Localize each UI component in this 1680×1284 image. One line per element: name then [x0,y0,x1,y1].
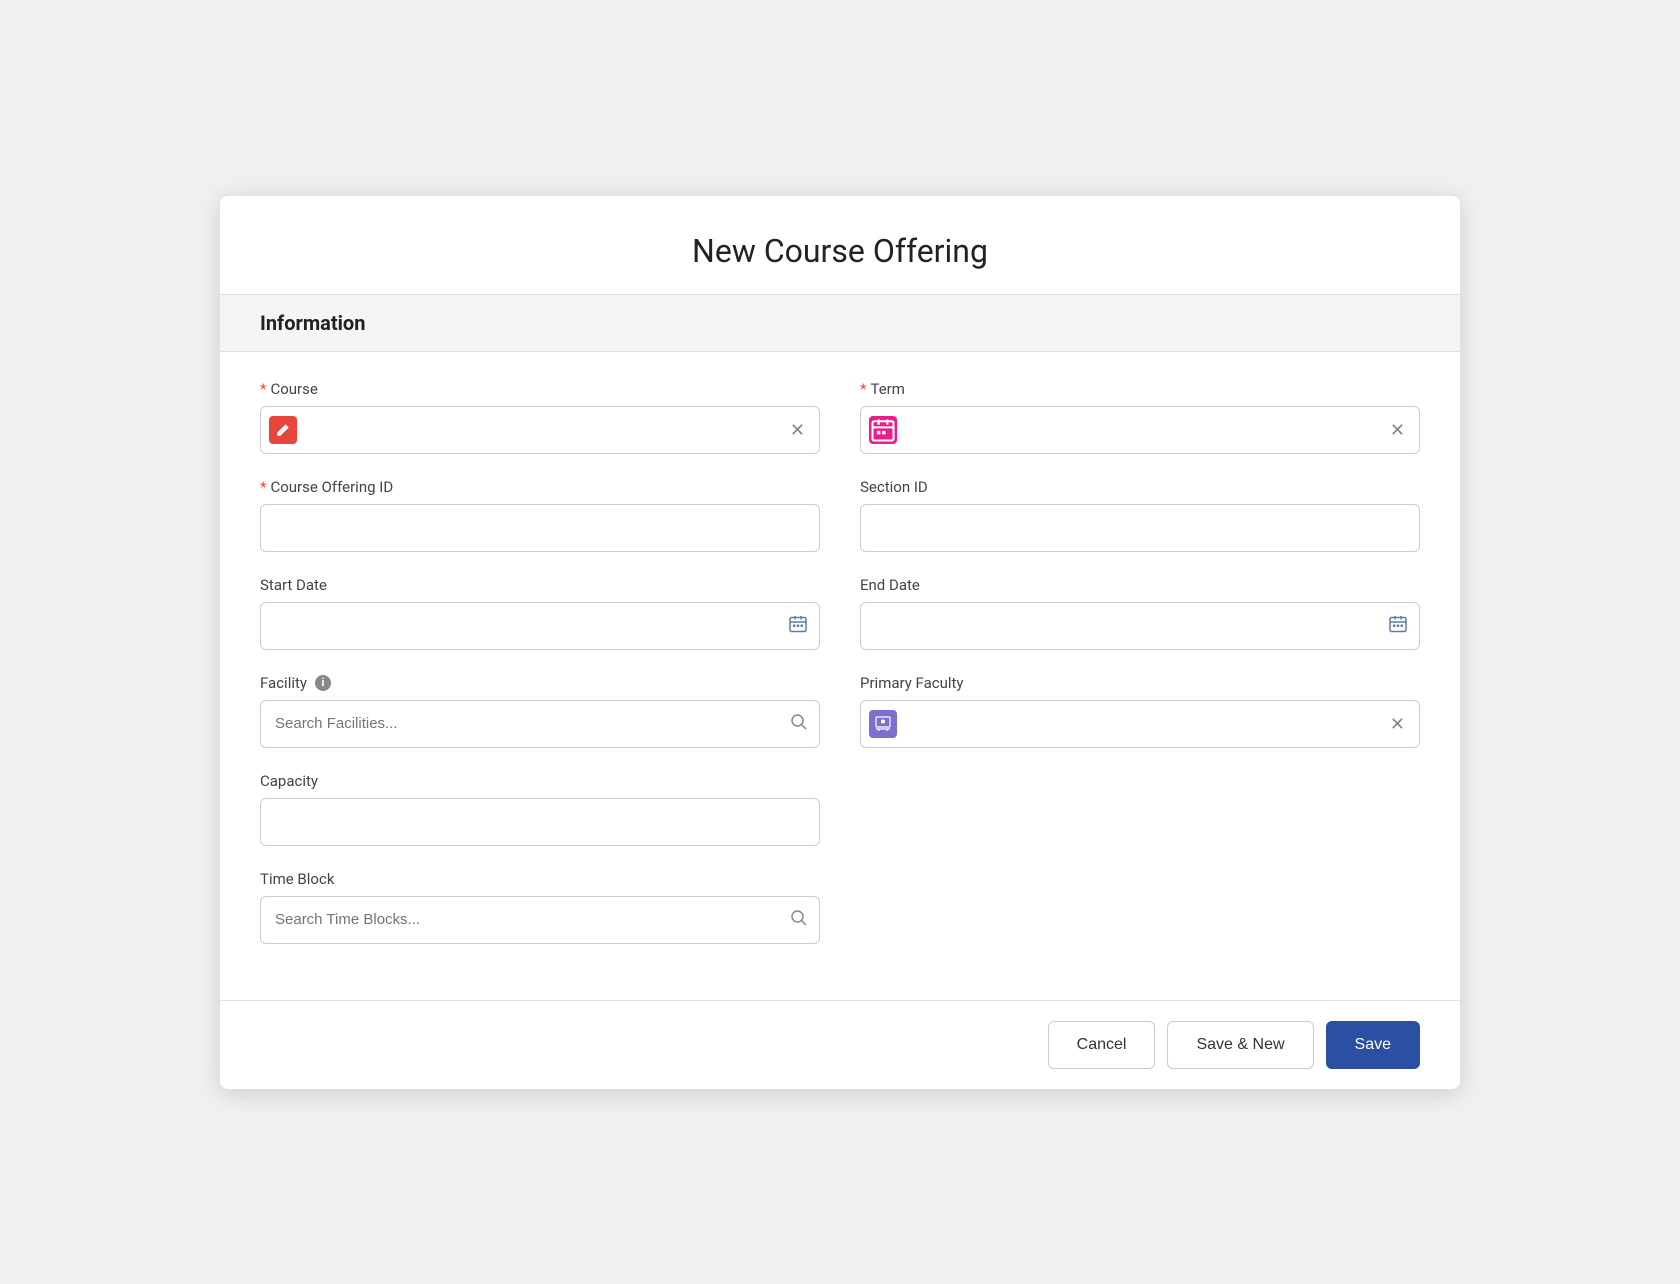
end-date-label-text: End Date [860,576,920,594]
section-id-label-text: Section ID [860,478,928,496]
modal-footer: Cancel Save & New Save [220,1000,1460,1089]
course-label: * Course [260,380,820,398]
term-clear-button[interactable]: ✕ [1388,419,1407,441]
facility-label: Facility i [260,674,820,692]
time-block-field-group: Time Block [260,870,820,944]
term-label-text: Term [870,380,904,398]
term-label: * Term [860,380,1420,398]
start-date-input[interactable]: 8/24/2020 [260,602,820,650]
primary-faculty-input[interactable]: Katrina Watson [905,715,1380,732]
facility-info-icon: i [315,675,331,691]
page-title: New Course Offering [260,232,1420,270]
facility-input-wrapper [260,700,820,748]
course-offering-id-label: * Course Offering ID [260,478,820,496]
new-course-offering-modal: New Course Offering Information * Course [220,196,1460,1089]
time-block-label-text: Time Block [260,870,334,888]
section-id-label: Section ID [860,478,1420,496]
form-row-time-block: Time Block [260,870,1420,944]
section-header: Information [220,294,1460,352]
term-required-star: * [860,380,866,398]
time-block-label: Time Block [260,870,820,888]
term-field-group: * Term Fall 2020 [860,380,1420,454]
course-field-group: * Course Anatomy ✕ [260,380,820,454]
facility-label-text: Facility [260,674,307,692]
course-input[interactable]: Anatomy [305,421,780,438]
course-offering-id-input[interactable]: SCI 211 - FALL 2020 [260,504,820,552]
end-date-field-group: End Date 12/18/2020 [860,576,1420,650]
primary-faculty-input-wrapper[interactable]: Katrina Watson ✕ [860,700,1420,748]
term-input[interactable]: Fall 2020 [905,421,1380,438]
save-new-button[interactable]: Save & New [1167,1021,1313,1069]
time-block-search-input[interactable] [260,896,820,944]
save-button[interactable]: Save [1326,1021,1420,1069]
form-row-capacity: Capacity [260,772,1420,846]
course-clear-button[interactable]: ✕ [788,419,807,441]
start-date-wrapper: 8/24/2020 [260,602,820,650]
form-row-offering-section: * Course Offering ID SCI 211 - FALL 2020… [260,478,1420,552]
course-offering-id-label-text: Course Offering ID [270,478,393,496]
course-label-text: Course [270,380,317,398]
start-date-label-text: Start Date [260,576,327,594]
form-row-facility-faculty: Facility i Primary Faculty [260,674,1420,748]
course-required-star: * [260,380,266,398]
time-block-wrapper [260,896,820,944]
course-icon [269,416,297,444]
primary-faculty-label: Primary Faculty [860,674,1420,692]
form-row-dates: Start Date 8/24/2020 [260,576,1420,650]
end-date-label: End Date [860,576,1420,594]
section-title: Information [260,311,365,335]
offering-id-required-star: * [260,478,266,496]
term-icon [869,416,897,444]
start-date-label: Start Date [260,576,820,594]
modal-header: New Course Offering [220,196,1460,294]
section-id-field-group: Section ID [860,478,1420,552]
start-date-field-group: Start Date 8/24/2020 [260,576,820,650]
end-date-wrapper: 12/18/2020 [860,602,1420,650]
time-block-spacer [860,870,1420,944]
primary-faculty-field-group: Primary Faculty Katrina Watson ✕ [860,674,1420,748]
form-row-course-term: * Course Anatomy ✕ * Term [260,380,1420,454]
course-offering-id-field-group: * Course Offering ID SCI 211 - FALL 2020 [260,478,820,552]
section-id-input[interactable] [860,504,1420,552]
faculty-icon [869,710,897,738]
form-body: * Course Anatomy ✕ * Term [220,352,1460,1000]
primary-faculty-label-text: Primary Faculty [860,674,964,692]
capacity-label-text: Capacity [260,772,318,790]
course-input-wrapper[interactable]: Anatomy ✕ [260,406,820,454]
term-input-wrapper[interactable]: Fall 2020 ✕ [860,406,1420,454]
capacity-label: Capacity [260,772,820,790]
facility-search-input[interactable] [260,700,820,748]
primary-faculty-clear-button[interactable]: ✕ [1388,713,1407,735]
cancel-button[interactable]: Cancel [1048,1021,1156,1069]
facility-field-group: Facility i [260,674,820,748]
capacity-input[interactable] [260,798,820,846]
capacity-spacer [860,772,1420,846]
end-date-input[interactable]: 12/18/2020 [860,602,1420,650]
capacity-field-group: Capacity [260,772,820,846]
